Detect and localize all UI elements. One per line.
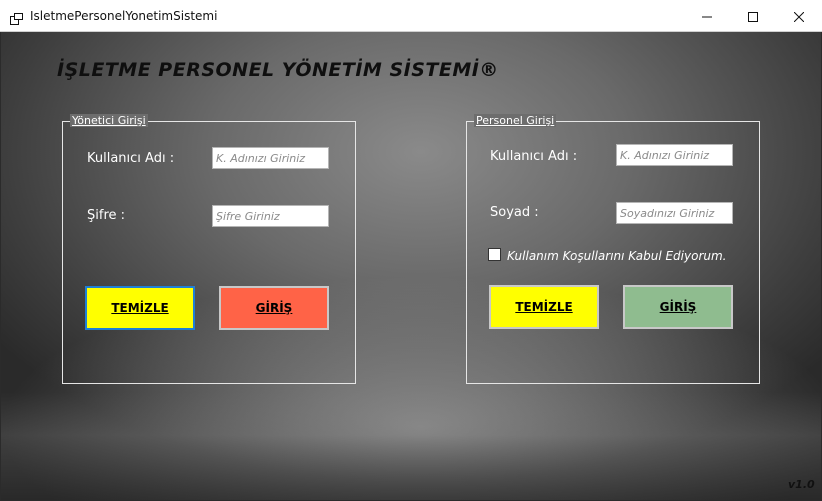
form-client-area: İŞLETME PERSONEL YÖNETİM SİSTEMİ® Yöneti… (1, 32, 821, 500)
version-label: v1.0 (788, 478, 815, 491)
app-window-icon (10, 10, 23, 25)
admin-password-input[interactable] (212, 205, 329, 227)
admin-login-button[interactable]: GİRİŞ (219, 286, 329, 330)
close-icon (793, 7, 805, 26)
admin-clear-button[interactable]: TEMİZLE (85, 286, 195, 330)
maximize-icon (748, 7, 758, 26)
staff-surname-label: Soyad : (490, 205, 539, 220)
title-bar: IsletmePersonelYonetimSistemi (0, 0, 822, 32)
minimize-icon (702, 7, 712, 26)
staff-clear-button[interactable]: TEMİZLE (489, 285, 599, 329)
staff-username-input[interactable] (616, 144, 733, 166)
admin-username-input[interactable] (212, 147, 329, 169)
window-title: IsletmePersonelYonetimSistemi (30, 9, 218, 23)
admin-username-label: Kullanıcı Adı : (87, 151, 175, 166)
maximize-button[interactable] (730, 0, 776, 32)
staff-surname-input[interactable] (616, 202, 733, 224)
page-title: İŞLETME PERSONEL YÖNETİM SİSTEMİ® (57, 59, 499, 81)
staff-login-legend: Personel Girişi (474, 114, 557, 127)
staff-login-group: Personel Girişi Kullanıcı Adı : Soyad : … (466, 114, 760, 384)
admin-login-group: Yönetici Girişi Kullanıcı Adı : Şifre : … (62, 114, 356, 384)
admin-login-legend: Yönetici Girişi (70, 114, 148, 127)
terms-label[interactable]: Kullanım Koşullarını Kabul Ediyorum. (507, 249, 727, 263)
close-button[interactable] (776, 0, 822, 32)
minimize-button[interactable] (684, 0, 730, 32)
staff-login-button[interactable]: GİRİŞ (623, 285, 733, 329)
terms-checkbox[interactable] (488, 248, 501, 261)
admin-password-label: Şifre : (87, 208, 126, 223)
staff-username-label: Kullanıcı Adı : (490, 149, 578, 164)
